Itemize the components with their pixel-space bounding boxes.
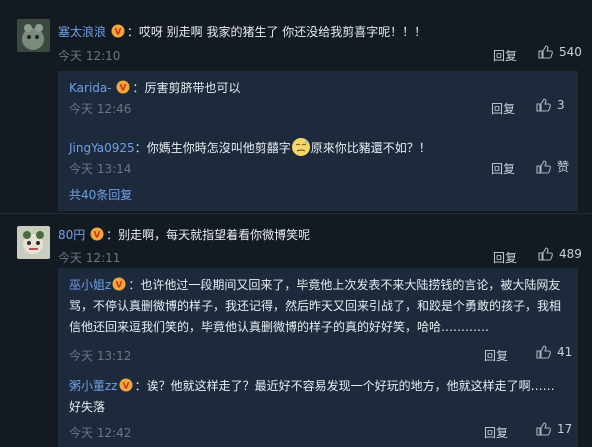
reply-text: 厉害剪脐带也可以 [144, 81, 241, 95]
reply-button[interactable]: 回复 [493, 249, 517, 266]
like-count: 489 [559, 247, 582, 261]
like-label: 赞 [557, 160, 570, 174]
like-button[interactable]: 489 [538, 247, 582, 261]
like-count: 41 [557, 345, 573, 359]
username[interactable]: 粥小董zz [69, 379, 118, 393]
reply-box: 巫小姐z V ：也许他过一段期间又回来了，毕竟他上次发表不来大陆捞钱的言论，被大… [58, 268, 578, 447]
reply-text: 也许他过一段期间又回来了，毕竟他上次发表不来大陆捞钱的言论，被大陆网友骂，不停认… [69, 278, 562, 334]
timestamp: 今天 12:42 [69, 426, 132, 440]
comment: 塞太浪浪 V ：哎呀 别走啊 我家的猪生了 你还没给我剪喜字呢！！！ 今天 12… [0, 19, 592, 211]
thumbs-up-icon [538, 247, 553, 261]
thumbs-up-icon [536, 422, 551, 436]
reply-button[interactable]: 回复 [484, 347, 508, 364]
svg-text:V: V [122, 382, 129, 392]
comment: 80円 V ：别走啊，每天就指望着看你微博笑呢 今天 12:11 回复 489 … [0, 226, 592, 447]
like-button[interactable]: 赞 [536, 158, 569, 175]
thumbs-up-icon [536, 159, 551, 174]
reply-item: Karida- V ：厉害剪脐带也可以 今天 12:46 回复 3 [69, 80, 565, 117]
svg-text:V: V [114, 28, 121, 38]
reply-item: 巫小姐z V ：也许他过一段期间又回来了，毕竟他上次发表不来大陆捞钱的言论，被大… [69, 277, 573, 364]
like-button[interactable]: 41 [536, 345, 572, 359]
reply-box: Karida- V ：厉害剪脐带也可以 今天 12:46 回复 3 JingYa… [58, 71, 578, 211]
reply-button[interactable]: 回复 [484, 424, 508, 441]
timestamp: 今天 13:12 [69, 349, 132, 363]
timestamp: 今天 12:10 [58, 49, 121, 63]
sweat-emoji-icon [291, 138, 310, 156]
vip-badge-icon: V [90, 227, 104, 241]
reply-button[interactable]: 回复 [491, 100, 515, 117]
more-replies-link[interactable]: 共40条回复 [69, 186, 132, 203]
thumbs-up-icon [536, 345, 551, 359]
reply-item: JingYa0925：你媽生你時怎沒叫他剪囍字 原來你比豬還不如？！ 今天 13… [58, 129, 578, 187]
vip-badge-icon: V [111, 24, 125, 38]
svg-text:V: V [120, 84, 127, 94]
username[interactable]: Karida- [69, 81, 112, 95]
svg-text:V: V [94, 231, 101, 241]
username[interactable]: 塞太浪浪 [58, 25, 106, 39]
username[interactable]: JingYa0925 [69, 141, 135, 155]
reply-button[interactable]: 回复 [493, 47, 517, 64]
reply-text-part: 原來你比豬還不如？！ [310, 141, 431, 155]
divider [0, 213, 592, 214]
timestamp: 今天 13:14 [69, 162, 132, 176]
reply-button[interactable]: 回复 [491, 160, 515, 177]
svg-text:V: V [116, 281, 123, 291]
vip-badge-icon: V [116, 80, 130, 94]
username[interactable]: 巫小姐z [69, 278, 111, 292]
like-count: 3 [557, 98, 565, 112]
username[interactable]: 80円 [58, 228, 85, 242]
thumbs-up-icon [536, 98, 551, 112]
like-button[interactable]: 3 [536, 98, 565, 112]
timestamp: 今天 12:11 [58, 251, 121, 265]
like-button[interactable]: 540 [538, 45, 582, 59]
like-button[interactable]: 17 [536, 422, 572, 436]
like-count: 540 [559, 45, 582, 59]
vip-badge-icon: V [112, 277, 126, 291]
avatar[interactable] [17, 19, 50, 52]
thumbs-up-icon [538, 45, 553, 59]
comment-text: 哎呀 别走啊 我家的猪生了 你还没给我剪喜字呢！！！ [138, 25, 427, 39]
reply-item: 粥小董zz V ：诶？他就这样走了？最近好不容易发现一个好玩的地方，他就这样走了… [69, 378, 573, 441]
avatar[interactable] [17, 226, 50, 259]
comment-text: 别走啊，每天就指望着看你微博笑呢 [118, 228, 311, 242]
like-count: 17 [557, 422, 573, 436]
reply-text-part: 你媽生你時怎沒叫他剪囍字 [146, 141, 291, 155]
timestamp: 今天 12:46 [69, 102, 132, 116]
vip-badge-icon: V [119, 378, 133, 392]
